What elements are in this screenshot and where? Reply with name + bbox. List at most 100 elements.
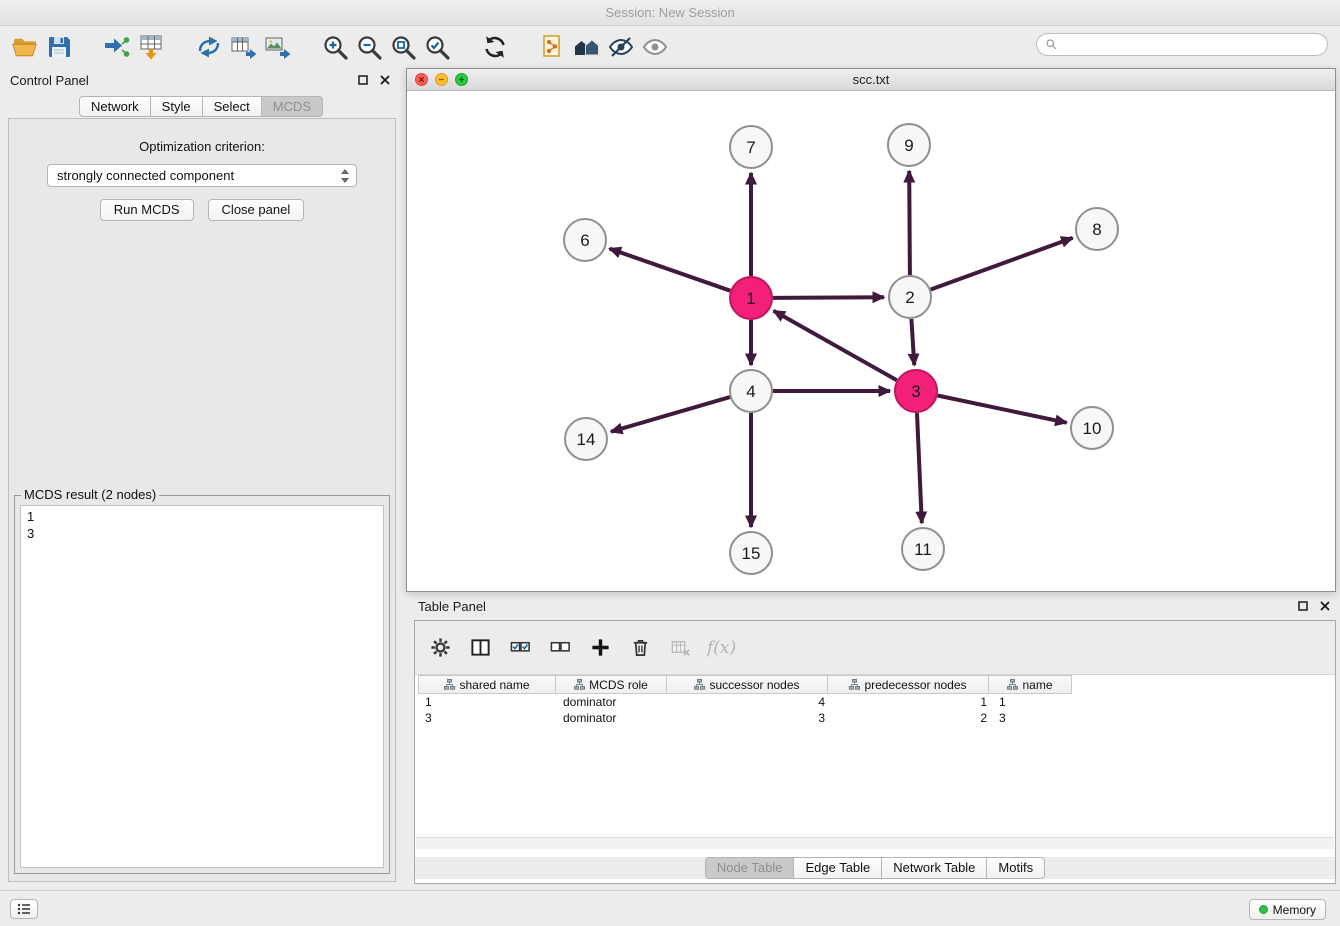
close-table-panel-button[interactable] <box>1318 599 1332 613</box>
zoom-selected-button[interactable] <box>420 30 454 64</box>
delete-column-button[interactable] <box>627 635 653 661</box>
column-header-MCDS-role[interactable]: MCDS role <box>555 675 667 694</box>
tab-mcds[interactable]: MCDS <box>261 96 323 117</box>
table-cell[interactable]: 1 <box>831 694 993 710</box>
tab-motifs[interactable]: Motifs <box>986 857 1045 879</box>
hide-details-button[interactable] <box>604 30 638 64</box>
tab-style[interactable]: Style <box>150 96 203 117</box>
float-panel-button[interactable] <box>356 73 370 87</box>
table-cell[interactable]: 2 <box>831 710 993 726</box>
column-header-successor-nodes[interactable]: successor nodes <box>666 675 828 694</box>
edge-4-14[interactable] <box>611 397 730 432</box>
control-panel-title: Control Panel <box>10 73 89 88</box>
edge-3-10[interactable] <box>938 396 1067 423</box>
select-all-columns-button[interactable] <box>507 635 533 661</box>
table-cell[interactable]: 4 <box>669 694 831 710</box>
node-10[interactable]: 10 <box>1071 407 1113 449</box>
run-mcds-button[interactable]: Run MCDS <box>100 199 194 221</box>
zoom-in-button[interactable] <box>318 30 352 64</box>
criterion-dropdown[interactable]: strongly connected component <box>47 164 357 187</box>
export-network-button[interactable] <box>192 30 226 64</box>
node-15[interactable]: 15 <box>730 532 772 574</box>
table-cell[interactable]: 3 <box>419 710 557 726</box>
create-column-button[interactable] <box>587 635 613 661</box>
function-builder-button[interactable]: f(x) <box>707 638 736 658</box>
memory-status-icon <box>1259 905 1268 914</box>
search-box[interactable] <box>1036 33 1328 56</box>
tab-network[interactable]: Network <box>79 96 151 117</box>
edge-1-6[interactable] <box>610 249 731 291</box>
double-home-button[interactable] <box>570 30 604 64</box>
table-cell[interactable]: 3 <box>993 710 1077 726</box>
edge-1-2[interactable] <box>773 297 884 298</box>
edge-2-8[interactable] <box>931 238 1073 290</box>
close-window-button[interactable] <box>415 73 428 86</box>
deselect-all-columns-button[interactable] <box>547 635 573 661</box>
table-cell[interactable]: dominator <box>557 710 669 726</box>
node-2[interactable]: 2 <box>889 276 931 318</box>
table-cell[interactable]: 1 <box>419 694 557 710</box>
table-row[interactable]: 3dominator323 <box>419 710 1335 726</box>
zoom-window-button[interactable] <box>455 73 468 86</box>
node-6[interactable]: 6 <box>564 219 606 261</box>
first-neighbors-button[interactable] <box>536 30 570 64</box>
show-columns-button[interactable] <box>467 635 493 661</box>
export-image-button[interactable] <box>260 30 294 64</box>
import-table-button[interactable] <box>134 30 168 64</box>
table-cell[interactable]: 3 <box>669 710 831 726</box>
node-11[interactable]: 11 <box>902 528 944 570</box>
control-panel-tabs: NetworkStyleSelectMCDS <box>2 96 400 117</box>
node-9[interactable]: 9 <box>888 124 930 166</box>
table-cell[interactable]: 1 <box>993 694 1077 710</box>
table-settings-button[interactable] <box>427 635 453 661</box>
zoom-fit-button[interactable] <box>386 30 420 64</box>
attribute-icon <box>574 679 585 690</box>
node-7[interactable]: 7 <box>730 126 772 168</box>
table-cell[interactable]: dominator <box>557 694 669 710</box>
close-icon <box>380 75 390 85</box>
close-panel-action-button[interactable]: Close panel <box>208 199 305 221</box>
tab-select[interactable]: Select <box>202 96 262 117</box>
panel-list-button[interactable] <box>10 899 38 919</box>
status-bar: Memory <box>0 890 1340 926</box>
network-graph[interactable]: 1 2 3 4 6 7 8 9 10 11 14 15 <box>407 91 1335 591</box>
search-input[interactable] <box>1063 38 1319 52</box>
column-header-name[interactable]: name <box>988 675 1072 694</box>
edge-2-3[interactable] <box>911 319 914 365</box>
show-details-button[interactable] <box>638 30 672 64</box>
mcds-result-text[interactable]: 1 3 <box>20 505 384 868</box>
node-3[interactable]: 3 <box>895 370 937 412</box>
memory-button[interactable]: Memory <box>1249 899 1326 920</box>
zoom-out-button[interactable] <box>352 30 386 64</box>
edge-3-11[interactable] <box>917 413 922 523</box>
import-network-button[interactable] <box>100 30 134 64</box>
column-header-predecessor-nodes[interactable]: predecessor nodes <box>827 675 989 694</box>
close-panel-button[interactable] <box>378 73 392 87</box>
edge-3-1[interactable] <box>774 311 897 380</box>
node-14[interactable]: 14 <box>565 418 607 460</box>
tab-network-table[interactable]: Network Table <box>881 857 987 879</box>
minimize-window-button[interactable] <box>435 73 448 86</box>
plus-icon <box>590 637 611 658</box>
save-session-button[interactable] <box>42 30 76 64</box>
node-4[interactable]: 4 <box>730 370 772 412</box>
tab-edge-table[interactable]: Edge Table <box>793 857 882 879</box>
float-table-panel-button[interactable] <box>1296 599 1310 613</box>
table-row[interactable]: 1dominator411 <box>419 694 1335 710</box>
node-1[interactable]: 1 <box>730 277 772 319</box>
export-table-button[interactable] <box>226 30 260 64</box>
network-view-window: scc.txt 1 2 3 4 6 7 8 9 10 11 14 15 <box>406 68 1336 592</box>
tab-node-table[interactable]: Node Table <box>705 857 795 879</box>
node-8[interactable]: 8 <box>1076 208 1118 250</box>
open-session-button[interactable] <box>8 30 42 64</box>
svg-text:4: 4 <box>746 382 755 401</box>
clear-table-button[interactable] <box>667 635 693 661</box>
attribute-icon <box>1007 679 1018 690</box>
export-network-icon <box>195 33 223 61</box>
column-header-shared-name[interactable]: shared name <box>418 675 556 694</box>
column-header-label: predecessor nodes <box>864 678 966 692</box>
network-window-titlebar[interactable]: scc.txt <box>407 69 1335 91</box>
table-horizontal-scrollbar[interactable] <box>416 837 1334 849</box>
edge-2-9[interactable] <box>909 171 910 275</box>
apply-layout-button[interactable] <box>478 30 512 64</box>
